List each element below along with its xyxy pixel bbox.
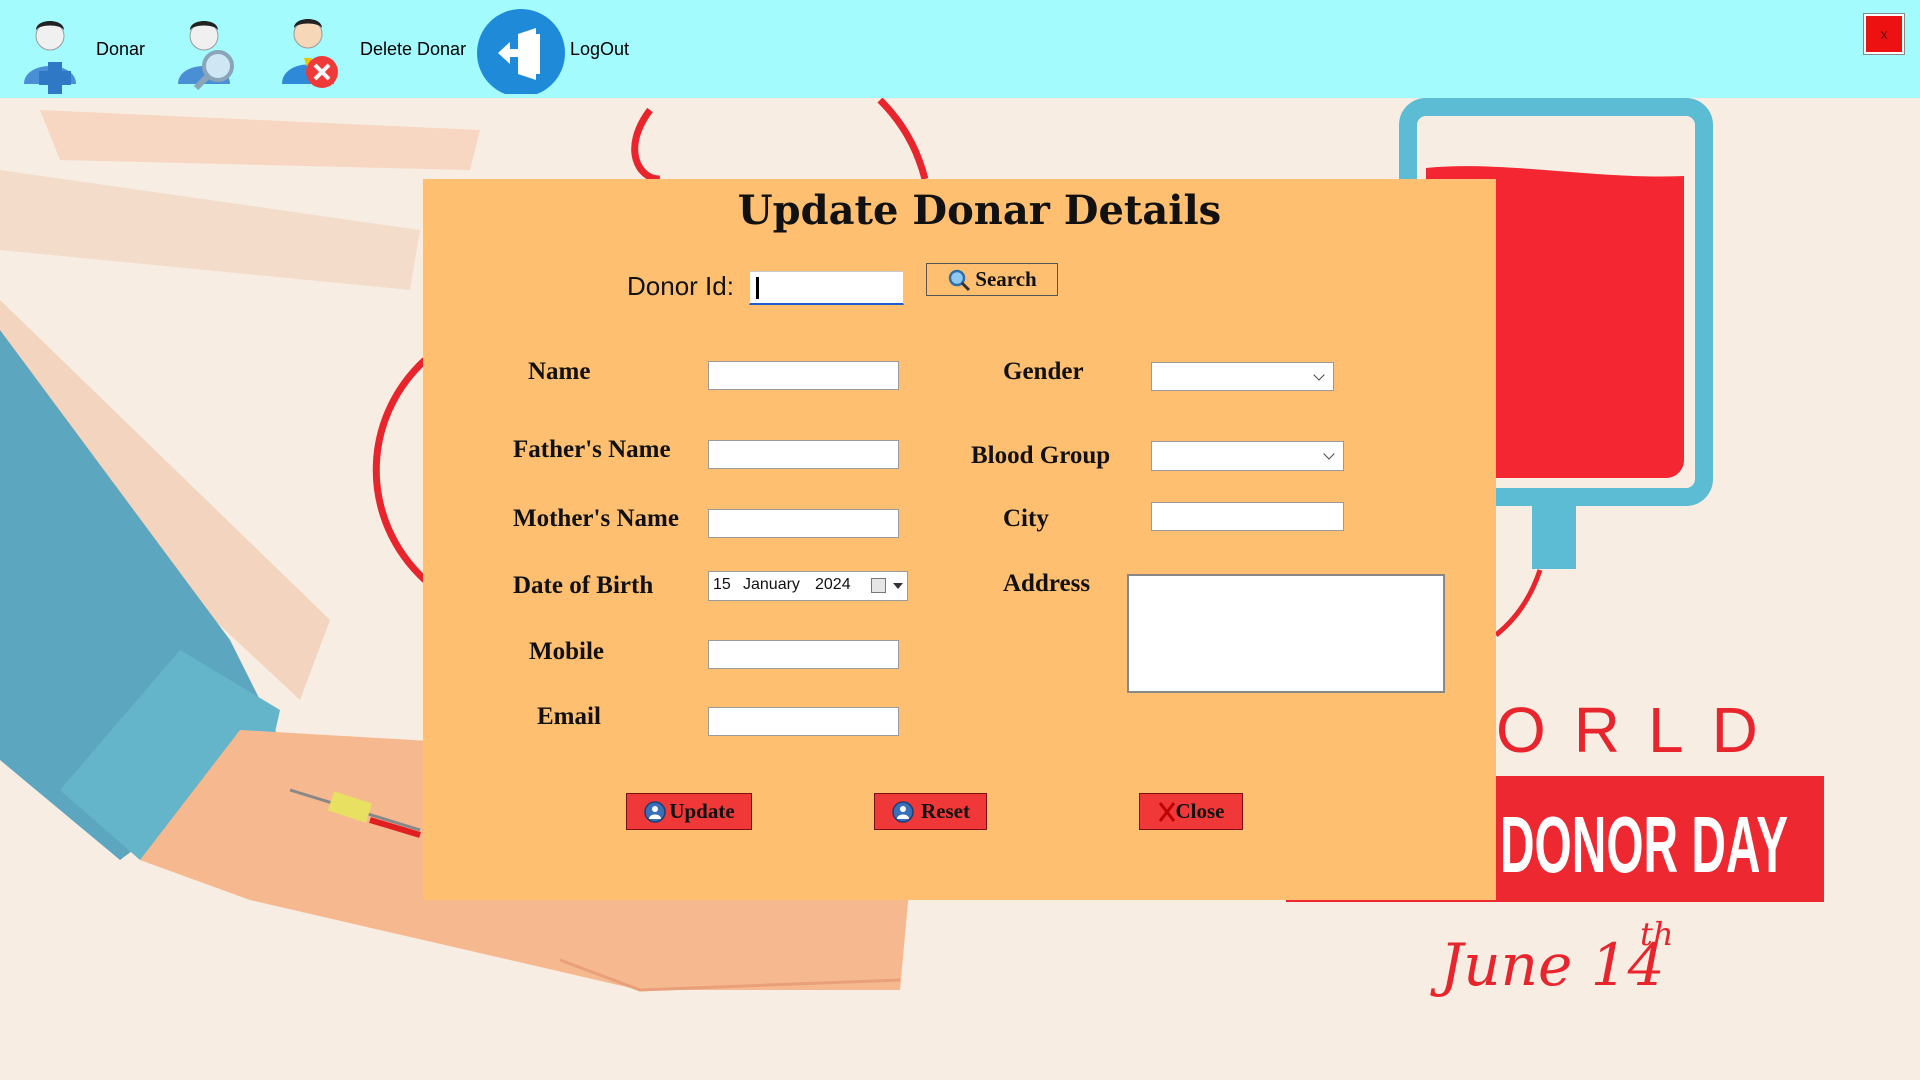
toolbar-delete-label: Delete Donar [360, 38, 467, 59]
text-cursor [756, 277, 759, 299]
fathers-name-input[interactable] [708, 440, 899, 469]
blood-group-select[interactable] [1151, 441, 1344, 471]
world-text: ORLD [1496, 694, 1786, 766]
delete-donor-icon [282, 19, 338, 88]
search-button[interactable]: Search [926, 263, 1058, 296]
update-icon [644, 800, 667, 823]
update-button-label: Update [669, 799, 735, 823]
toolbar-add-donor[interactable]: Donar [12, 0, 145, 98]
mothers-name-label: Mother's Name [513, 505, 679, 532]
dob-day: 15 [713, 576, 731, 593]
date-text: June 14 [1430, 931, 1665, 999]
close-icon [1158, 801, 1175, 822]
email-input[interactable] [708, 707, 899, 736]
dob-year: 2024 [815, 576, 851, 593]
toolbar-logout-label: LogOut [570, 38, 630, 59]
dropdown-arrow-icon[interactable] [893, 583, 903, 589]
address-textarea[interactable] [1127, 574, 1445, 693]
add-donor-icon [24, 21, 76, 94]
email-label: Email [537, 703, 601, 730]
name-label: Name [528, 358, 591, 385]
city-input[interactable] [1151, 502, 1344, 531]
toolbar-logout[interactable]: LogOut [476, 0, 629, 98]
chevron-down-icon [1323, 448, 1335, 460]
toolbar-search-donor[interactable] [166, 0, 250, 98]
search-button-label: Search [975, 267, 1037, 291]
close-button[interactable]: Close [1139, 793, 1243, 830]
date-suffix-text: th [1640, 915, 1673, 953]
mobile-label: Mobile [529, 638, 604, 665]
name-input[interactable] [708, 361, 899, 390]
banner-text: DONOR DAY [1500, 800, 1788, 889]
reset-button-label: Reset [921, 799, 970, 823]
calendar-icon[interactable] [871, 578, 886, 593]
logout-icon [477, 9, 565, 94]
close-button-label: Close [1175, 799, 1225, 823]
chevron-down-icon [1313, 369, 1325, 381]
dob-month: January [743, 576, 800, 593]
donor-id-input[interactable] [749, 271, 904, 305]
window-close-button[interactable]: x [1864, 14, 1904, 54]
magnifier-icon [949, 269, 971, 291]
blood-group-label: Blood Group [971, 442, 1111, 469]
fathers-name-label: Father's Name [513, 436, 671, 463]
mobile-input[interactable] [708, 640, 899, 669]
page-title: Update Donar Details [737, 187, 1222, 234]
dob-date-picker[interactable]: 15 January 2024 [708, 571, 908, 601]
gender-label: Gender [1003, 358, 1084, 385]
update-button[interactable]: Update [626, 793, 752, 830]
city-label: City [1003, 505, 1049, 532]
reset-button[interactable]: Reset [874, 793, 987, 830]
search-donor-icon [178, 21, 234, 91]
dob-label: Date of Birth [513, 572, 654, 599]
top-toolbar: Donar Delete Donar LogOut x [0, 0, 1920, 98]
toolbar-donar-label: Donar [96, 38, 146, 59]
address-label: Address [1003, 570, 1091, 597]
mothers-name-input[interactable] [708, 509, 899, 538]
reset-icon [892, 800, 914, 823]
toolbar-delete-donor[interactable]: Delete Donar [270, 0, 466, 98]
donor-id-label: Donor Id: [627, 271, 734, 301]
update-donor-panel: Update Donar Details Donor Id: Search Na… [423, 179, 1496, 900]
gender-select[interactable] [1151, 362, 1334, 391]
